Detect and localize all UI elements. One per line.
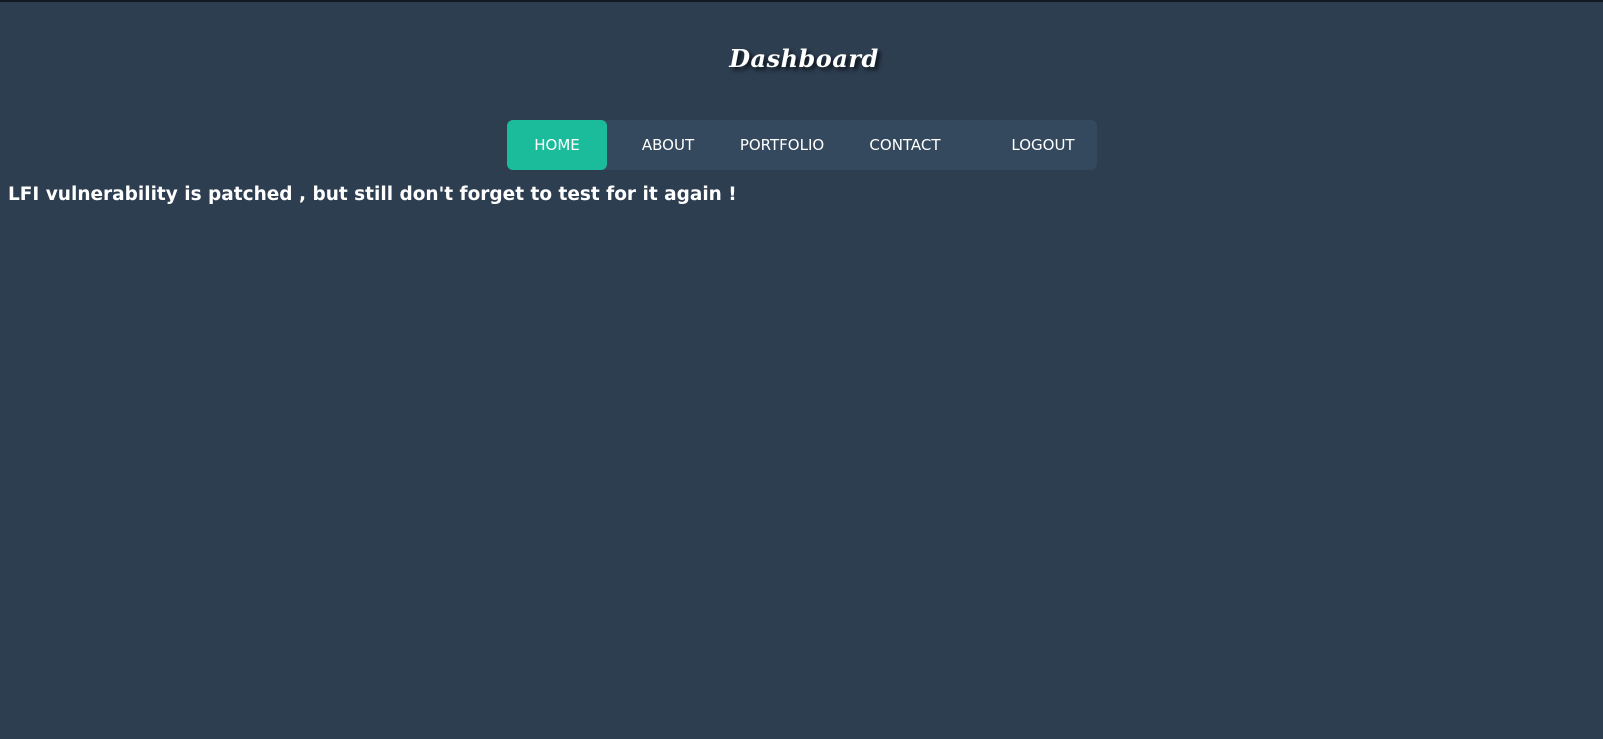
nav-item-home[interactable]: HOME — [507, 120, 607, 170]
notice-text: LFI vulnerability is patched , but still… — [8, 184, 737, 205]
nav-item-logout[interactable]: LOGOUT — [988, 120, 1098, 170]
nav-item-contact[interactable]: CONTACT — [842, 120, 968, 170]
page-title: Dashboard — [729, 44, 879, 73]
nav-item-portfolio[interactable]: PORTFOLIO — [722, 120, 842, 170]
nav-item-about[interactable]: ABOUT — [614, 120, 722, 170]
main-nav: HOME ABOUT PORTFOLIO CONTACT LOGOUT — [507, 120, 1097, 170]
window-top-border — [0, 0, 1603, 2]
